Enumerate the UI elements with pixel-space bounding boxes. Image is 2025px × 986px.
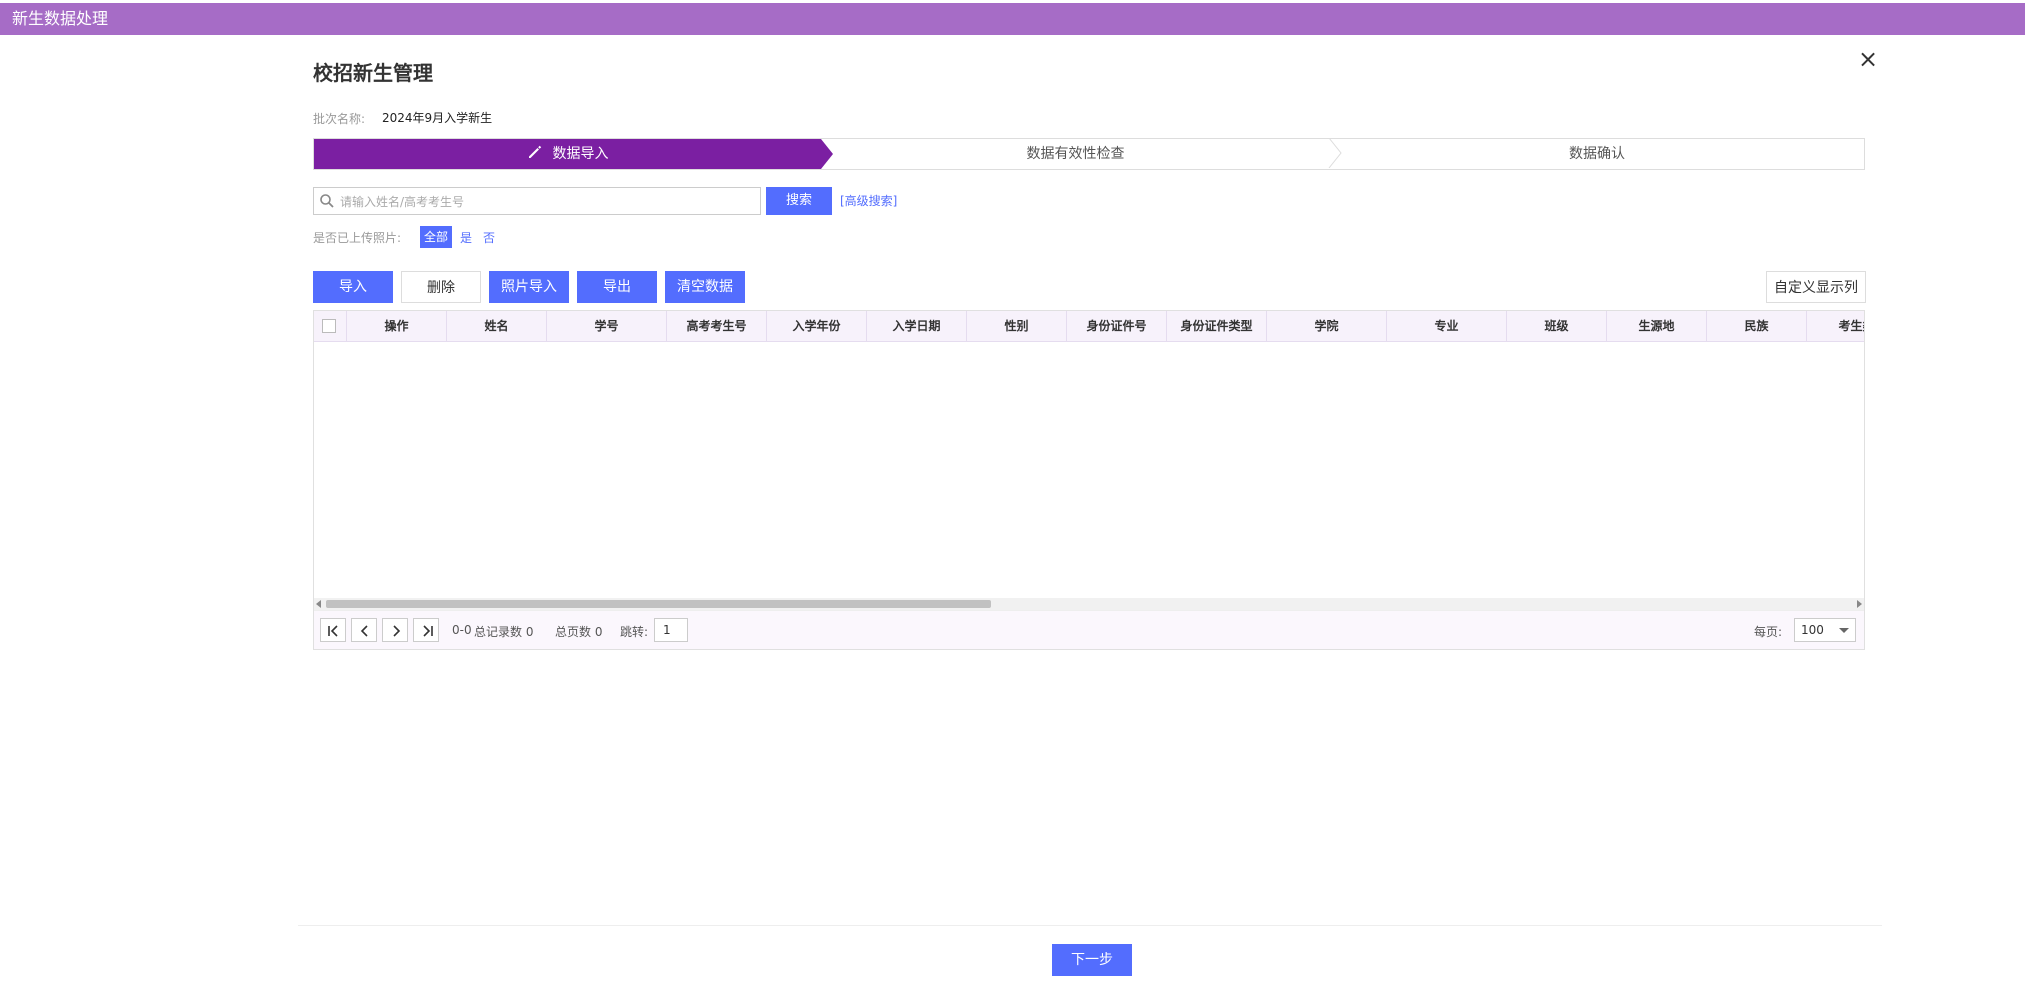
pencil-icon	[528, 145, 541, 158]
search-button[interactable]: 搜索	[766, 187, 832, 215]
page-size-value: 100	[1801, 623, 1824, 637]
photo-filter-no[interactable]: 否	[483, 229, 495, 246]
column-header[interactable]: 民族	[1707, 311, 1807, 341]
step-validity-check[interactable]: 数据有效性检查	[821, 139, 1330, 169]
app-title-bar: 新生数据处理	[0, 3, 2025, 35]
step-label: 数据确认	[1569, 146, 1625, 162]
search-input[interactable]	[338, 191, 752, 213]
footer-divider	[298, 925, 1882, 926]
jump-page-input[interactable]: 1	[654, 618, 688, 642]
chevron-down-icon	[1839, 628, 1849, 633]
column-header[interactable]: 考生类	[1807, 311, 1864, 341]
delete-button[interactable]: 删除	[401, 271, 481, 303]
column-header[interactable]: 操作	[347, 311, 447, 341]
pagination-bar: 0-0 总记录数 0 总页数 0 跳转: 1 每页: 100	[314, 610, 1864, 649]
step-label: 数据导入	[552, 146, 609, 162]
column-header[interactable]: 班级	[1507, 311, 1607, 341]
select-all-cell	[314, 311, 347, 341]
table-header: 操作 姓名 学号 高考考生号 入学年份 入学日期 性别 身份证件号 身份证件类型…	[314, 311, 1864, 342]
column-header[interactable]: 入学日期	[867, 311, 967, 341]
first-page-button[interactable]	[320, 618, 346, 642]
scrollbar-thumb[interactable]	[326, 600, 991, 608]
clear-data-button[interactable]: 清空数据	[665, 271, 745, 303]
prev-page-button[interactable]	[351, 618, 377, 642]
record-range: 0-0	[452, 623, 472, 637]
column-header[interactable]: 学号	[547, 311, 667, 341]
jump-label: 跳转:	[620, 625, 649, 639]
import-button[interactable]: 导入	[313, 271, 393, 303]
step-data-import[interactable]: 数据导入	[314, 139, 833, 169]
scroll-right-icon[interactable]	[1857, 600, 1862, 608]
photo-import-button[interactable]: 照片导入	[489, 271, 569, 303]
page-size-select[interactable]: 100	[1794, 618, 1856, 642]
search-icon	[320, 194, 334, 208]
first-page-icon	[328, 625, 338, 637]
dialog-title: 校招新生管理	[313, 61, 433, 85]
batch-label: 批次名称:	[313, 112, 366, 126]
total-pages: 总页数 0	[555, 625, 603, 639]
search-box	[313, 187, 761, 215]
advanced-search-link[interactable]: [高级搜索]	[840, 192, 897, 209]
column-header[interactable]: 生源地	[1607, 311, 1707, 341]
horizontal-scrollbar[interactable]	[314, 598, 1864, 610]
student-data-table: 操作 姓名 学号 高考考生号 入学年份 入学日期 性别 身份证件号 身份证件类型…	[313, 310, 1865, 650]
photo-filter-label: 是否已上传照片:	[313, 231, 402, 245]
column-header[interactable]: 身份证件号	[1067, 311, 1167, 341]
column-header[interactable]: 身份证件类型	[1167, 311, 1267, 341]
column-header[interactable]: 入学年份	[767, 311, 867, 341]
close-icon[interactable]: ×	[1858, 47, 1878, 71]
column-header[interactable]: 性别	[967, 311, 1067, 341]
custom-columns-button[interactable]: 自定义显示列	[1766, 271, 1866, 303]
freshman-management-dialog: × 校招新生管理 批次名称: 2024年9月入学新生 数据导入 数据有效性检查 …	[298, 35, 1882, 986]
last-page-button[interactable]	[413, 618, 439, 642]
export-button[interactable]: 导出	[577, 271, 657, 303]
step-label: 数据有效性检查	[1026, 146, 1125, 162]
app-title: 新生数据处理	[12, 9, 109, 28]
next-step-button[interactable]: 下一步	[1052, 944, 1132, 976]
column-header[interactable]: 专业	[1387, 311, 1507, 341]
per-page-label: 每页:	[1754, 625, 1783, 639]
last-page-icon	[423, 625, 433, 637]
step-progress: 数据导入 数据有效性检查 数据确认	[313, 138, 1865, 170]
step-data-confirm[interactable]: 数据确认	[1330, 139, 1864, 169]
column-header[interactable]: 高考考生号	[667, 311, 767, 341]
chevron-left-icon	[360, 625, 368, 637]
photo-filter-all[interactable]: 全部	[420, 226, 452, 248]
column-header[interactable]: 学院	[1267, 311, 1387, 341]
next-page-button[interactable]	[382, 618, 408, 642]
scroll-left-icon[interactable]	[316, 600, 321, 608]
select-all-checkbox[interactable]	[322, 319, 336, 333]
chevron-right-icon	[393, 625, 401, 637]
photo-filter-yes[interactable]: 是	[460, 229, 472, 246]
column-header[interactable]: 姓名	[447, 311, 547, 341]
total-records: 总记录数 0	[474, 625, 534, 639]
batch-value: 2024年9月入学新生	[382, 111, 493, 125]
